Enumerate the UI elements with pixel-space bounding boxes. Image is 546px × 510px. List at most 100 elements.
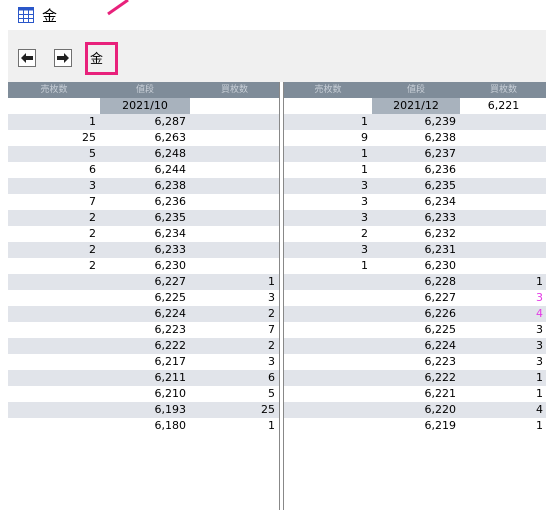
price-cell[interactable]: 6,224 [100, 306, 190, 322]
table-row[interactable]: 1 6,239 [284, 114, 546, 130]
table-row[interactable]: 3 6,231 [284, 242, 546, 258]
price-cell[interactable]: 6,239 [372, 114, 460, 130]
buy-qty-cell[interactable]: 25 [190, 402, 279, 418]
sell-qty-cell[interactable]: 2 [8, 258, 100, 274]
table-row[interactable]: 6,223 7 [8, 322, 279, 338]
buy-qty-cell[interactable]: 1 [190, 418, 279, 434]
buy-qty-cell[interactable] [190, 146, 279, 162]
sell-qty-cell[interactable]: 3 [284, 210, 372, 226]
sell-qty-cell[interactable]: 5 [8, 146, 100, 162]
price-cell[interactable]: 6,233 [372, 210, 460, 226]
buy-qty-cell[interactable]: 3 [190, 290, 279, 306]
table-row[interactable]: 3 6,234 [284, 194, 546, 210]
buy-qty-cell[interactable] [460, 226, 546, 242]
price-cell[interactable]: 6,234 [372, 194, 460, 210]
price-cell[interactable]: 6,211 [100, 370, 190, 386]
price-cell[interactable]: 6,235 [100, 210, 190, 226]
price-cell[interactable]: 6,235 [372, 178, 460, 194]
sell-qty-cell[interactable]: 6 [8, 162, 100, 178]
price-cell[interactable]: 6,232 [372, 226, 460, 242]
table-row[interactable]: 3 6,238 [8, 178, 279, 194]
sell-qty-cell[interactable]: 1 [284, 162, 372, 178]
sell-qty-cell[interactable] [8, 338, 100, 354]
table-row[interactable]: 6,217 3 [8, 354, 279, 370]
buy-qty-cell[interactable]: 1 [460, 370, 546, 386]
buy-qty-cell[interactable] [190, 258, 279, 274]
table-row[interactable]: 6,222 2 [8, 338, 279, 354]
buy-qty-cell[interactable]: 2 [190, 338, 279, 354]
price-cell[interactable]: 6,220 [372, 402, 460, 418]
sell-qty-cell[interactable] [8, 290, 100, 306]
sell-qty-cell[interactable] [8, 274, 100, 290]
table-row[interactable]: 2 6,233 [8, 242, 279, 258]
table-row[interactable]: 7 6,236 [8, 194, 279, 210]
table-row[interactable]: 5 6,248 [8, 146, 279, 162]
price-cell[interactable]: 6,180 [100, 418, 190, 434]
price-cell[interactable]: 6,222 [100, 338, 190, 354]
sell-qty-cell[interactable]: 1 [284, 114, 372, 130]
sell-qty-cell[interactable] [8, 402, 100, 418]
sell-qty-cell[interactable]: 2 [8, 226, 100, 242]
buy-qty-cell[interactable]: 7 [190, 322, 279, 338]
table-row[interactable]: 6,223 3 [284, 354, 546, 370]
sell-qty-cell[interactable] [284, 386, 372, 402]
sell-qty-cell[interactable] [284, 418, 372, 434]
table-row[interactable]: 6,226 4 [284, 306, 546, 322]
table-row[interactable]: 6,228 1 [284, 274, 546, 290]
table-row[interactable]: 6,224 2 [8, 306, 279, 322]
sell-qty-cell[interactable]: 3 [8, 178, 100, 194]
price-cell[interactable]: 6,224 [372, 338, 460, 354]
sell-qty-cell[interactable]: 9 [284, 130, 372, 146]
table-row[interactable]: 6,211 6 [8, 370, 279, 386]
buy-qty-cell[interactable] [460, 114, 546, 130]
buy-qty-cell[interactable]: 4 [460, 402, 546, 418]
sell-qty-cell[interactable]: 2 [284, 226, 372, 242]
price-cell[interactable]: 6,222 [372, 370, 460, 386]
price-cell[interactable]: 6,244 [100, 162, 190, 178]
buy-qty-cell[interactable] [190, 210, 279, 226]
buy-qty-cell[interactable]: 1 [190, 274, 279, 290]
price-cell[interactable]: 6,233 [100, 242, 190, 258]
price-cell[interactable]: 6,227 [100, 274, 190, 290]
buy-qty-cell[interactable]: 3 [460, 354, 546, 370]
sell-qty-cell[interactable] [284, 274, 372, 290]
buy-qty-cell[interactable]: 1 [460, 418, 546, 434]
sell-qty-cell[interactable]: 1 [8, 114, 100, 130]
buy-qty-cell[interactable] [460, 178, 546, 194]
table-row[interactable]: 2 6,235 [8, 210, 279, 226]
price-cell[interactable]: 6,227 [372, 290, 460, 306]
sell-qty-cell[interactable] [8, 322, 100, 338]
sell-qty-cell[interactable] [284, 322, 372, 338]
sell-qty-cell[interactable] [8, 418, 100, 434]
price-cell[interactable]: 6,225 [372, 322, 460, 338]
sell-qty-cell[interactable] [284, 370, 372, 386]
back-button[interactable] [18, 49, 36, 67]
buy-qty-cell[interactable]: 2 [190, 306, 279, 322]
table-row[interactable]: 1 6,236 [284, 162, 546, 178]
buy-qty-cell[interactable] [190, 178, 279, 194]
buy-qty-cell[interactable]: 1 [460, 274, 546, 290]
table-row[interactable]: 2 6,234 [8, 226, 279, 242]
price-cell[interactable]: 6,228 [372, 274, 460, 290]
table-row[interactable]: 6,219 1 [284, 418, 546, 434]
sell-qty-cell[interactable]: 2 [8, 210, 100, 226]
sell-qty-cell[interactable] [284, 402, 372, 418]
table-row[interactable]: 6,227 3 [284, 290, 546, 306]
sell-qty-cell[interactable]: 3 [284, 178, 372, 194]
table-row[interactable]: 1 6,230 [284, 258, 546, 274]
table-row[interactable]: 3 6,235 [284, 178, 546, 194]
sell-qty-cell[interactable]: 25 [8, 130, 100, 146]
price-cell[interactable]: 6,219 [372, 418, 460, 434]
buy-qty-cell[interactable]: 3 [190, 354, 279, 370]
sell-qty-cell[interactable] [284, 338, 372, 354]
price-cell[interactable]: 6,230 [100, 258, 190, 274]
sell-qty-cell[interactable]: 1 [284, 258, 372, 274]
price-cell[interactable]: 6,234 [100, 226, 190, 242]
buy-qty-cell[interactable] [460, 210, 546, 226]
sell-qty-cell[interactable] [284, 290, 372, 306]
buy-qty-cell[interactable] [190, 162, 279, 178]
sell-qty-cell[interactable]: 1 [284, 146, 372, 162]
buy-qty-cell[interactable] [460, 130, 546, 146]
sell-qty-cell[interactable] [8, 354, 100, 370]
table-row[interactable]: 9 6,238 [284, 130, 546, 146]
